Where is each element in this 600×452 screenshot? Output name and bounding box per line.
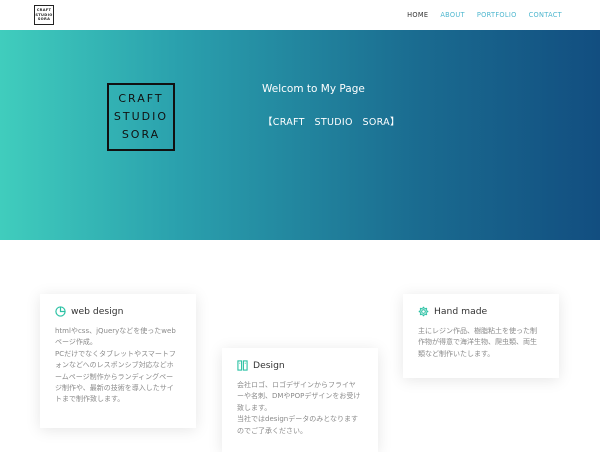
card-title-text: Hand made (434, 306, 488, 317)
nav-link-about[interactable]: ABOUT (440, 11, 464, 19)
hero-logo-line-2: STUDIO (113, 110, 169, 123)
card-description: 主にレジン作品、樹脂粘土を使った制作物が得意で海洋生物、爬虫類、両生類など制作い… (418, 327, 537, 358)
nav-link-home[interactable]: HOME (407, 11, 428, 19)
service-card-web-design: web design htmlやcss、jQueryなどを使ったwebページ作成… (40, 294, 196, 428)
service-card-design: Design 会社ロゴ、ロゴデザインからフライヤーや名刺、DMやPOPデザインを… (222, 348, 378, 452)
hero-logo-line-1: CRAFT (118, 92, 164, 105)
card-title-text: Design (253, 360, 285, 371)
hero-banner: CRAFT STUDIO SORA Welcom to My Page 【CRA… (0, 30, 600, 240)
gear-icon (418, 306, 429, 317)
card-title-text: web design (71, 306, 124, 317)
top-nav: CRAFT STUDIO SORA HOME ABOUT PORTFOLIO C… (0, 0, 600, 30)
nav-link-contact[interactable]: CONTACT (529, 11, 562, 19)
pie-chart-icon (55, 306, 66, 317)
card-title: Hand made (418, 306, 543, 317)
nav-link-portfolio[interactable]: PORTFOLIO (477, 11, 517, 19)
card-title: web design (55, 306, 180, 317)
card-description: 会社ロゴ、ロゴデザインからフライヤーや名刺、DMやPOPデザインをお受け致します… (237, 381, 361, 435)
nav-logo-line-3: SORA (37, 17, 51, 22)
hero-welcome: Welcom to My Page (262, 83, 365, 95)
hero-logo: CRAFT STUDIO SORA (107, 83, 175, 151)
columns-icon (237, 360, 248, 371)
hero-logo-line-3: SORA (121, 128, 161, 141)
hero-subtitle: 【CRAFT STUDIO SORA】 (263, 117, 400, 128)
nav-links: HOME ABOUT PORTFOLIO CONTACT (407, 0, 562, 30)
card-description: htmlやcss、jQueryなどを使ったwebページ作成。 PCだけでなくタブ… (55, 327, 176, 404)
service-card-hand-made: Hand made 主にレジン作品、樹脂粘土を使った制作物が得意で海洋生物、爬虫… (403, 294, 559, 378)
card-title: Design (237, 360, 362, 371)
nav-logo[interactable]: CRAFT STUDIO SORA (34, 5, 54, 25)
